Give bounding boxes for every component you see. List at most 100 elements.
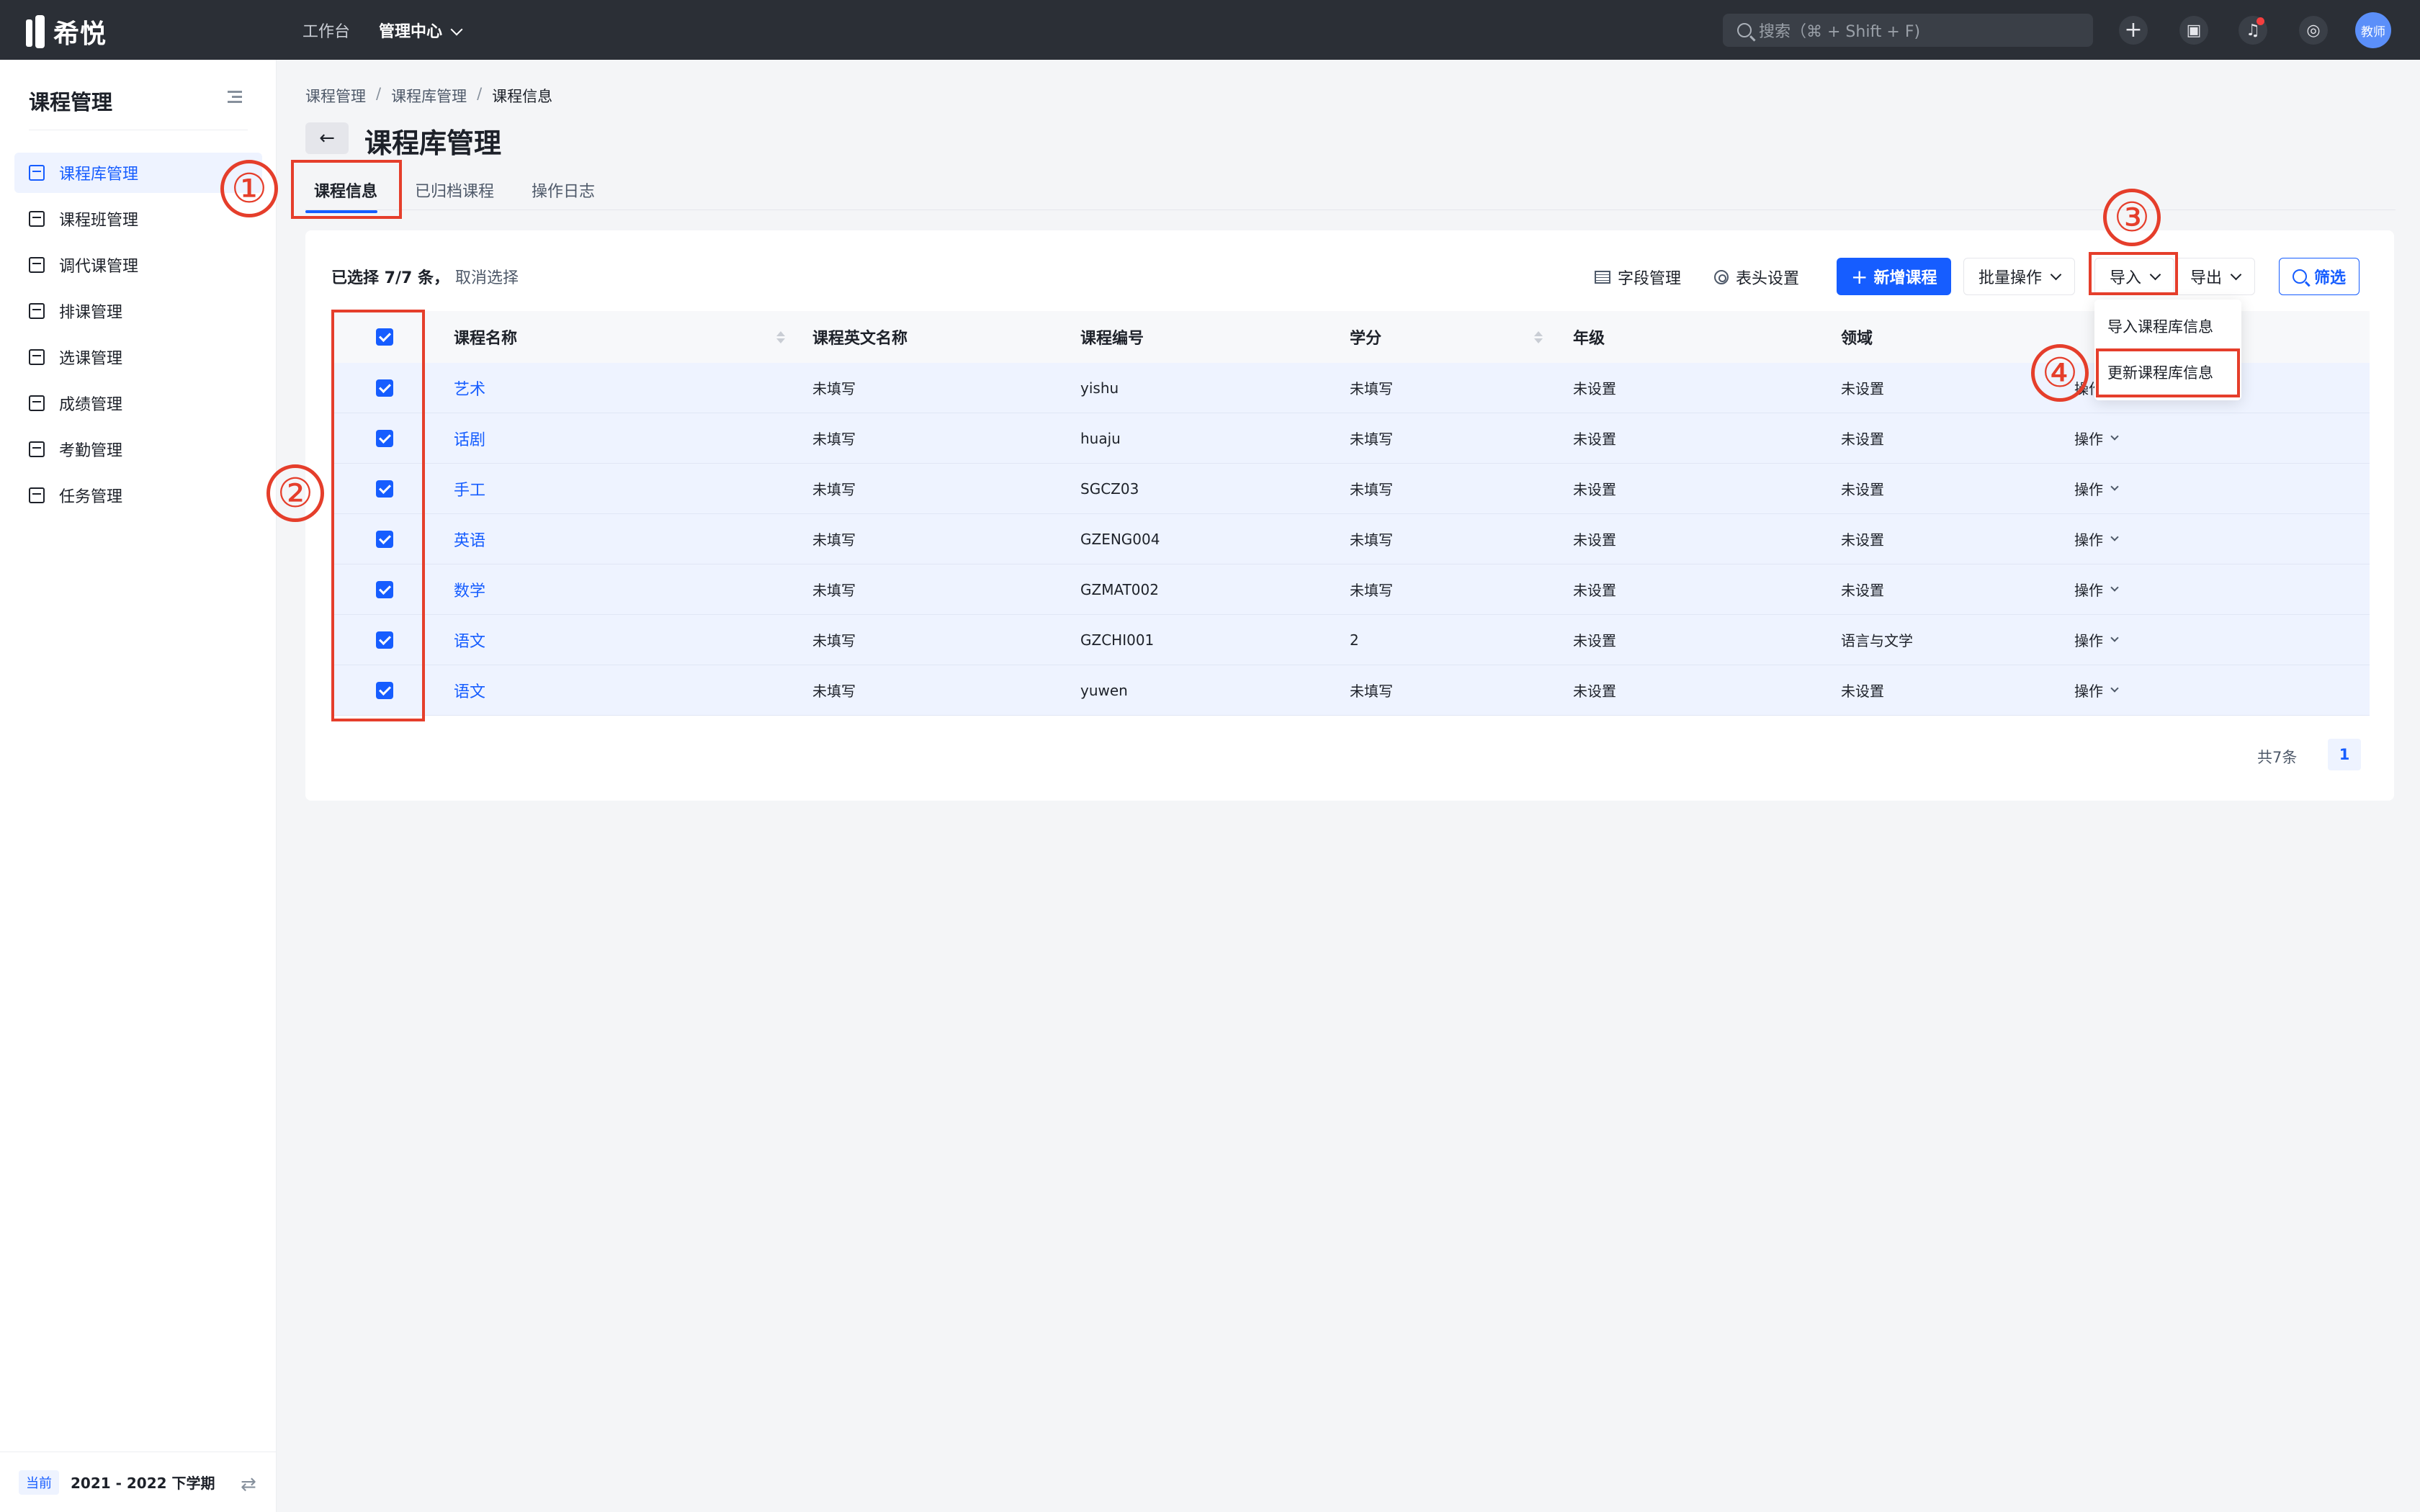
sidebar-item-attendance[interactable]: 考勤管理 [14,429,262,469]
cancel-selection-link[interactable]: 取消选择 [455,269,519,287]
course-credit: 未填写 [1350,582,1393,599]
app-logo[interactable]: 希悦 [26,13,107,50]
avatar[interactable]: 教师 [2355,12,2391,48]
column-header: 年级 [1573,330,1605,348]
annotation-box-tab [291,160,402,219]
batch-operations-dropdown[interactable]: 批量操作 [1963,258,2076,295]
course-domain: 未设置 [1841,481,1884,498]
field-manage-button[interactable]: 字段管理 [1595,259,1681,295]
breadcrumb-item[interactable]: 课程管理 [305,85,366,107]
table-row[interactable]: 语文 未填写 GZCHI001 2 未设置 语言与文学 操作 [331,615,2370,665]
course-grade: 未设置 [1573,582,1616,599]
nav-admin-center[interactable]: 管理中心 [379,19,463,42]
tab-operation-log[interactable]: 操作日志 [532,179,595,202]
course-name-link[interactable]: 话剧 [454,413,485,463]
course-grade: 未设置 [1573,683,1616,700]
term-switcher[interactable]: 当前 2021 - 2022 下学期 ⇄ [0,1452,277,1512]
chevron-down-icon [2110,683,2119,693]
chevron-down-icon [2050,269,2062,280]
annotation-box-checkboxes [331,310,425,721]
search-placeholder: 搜索（⌘ + Shift + F) [1759,23,1921,41]
grades-icon [29,395,45,411]
column-header-label: 课程名称 [454,330,518,348]
filter-button[interactable]: 筛选 [2279,258,2360,295]
task-list-icon [29,487,45,503]
sidebar-item-tasks[interactable]: 任务管理 [14,475,262,516]
table-icon [1595,271,1610,284]
compass-icon: ◎ [2306,21,2321,40]
filter-label: 筛选 [2314,269,2347,287]
sort-icon[interactable] [776,330,785,343]
swap-icon[interactable]: ⇄ [241,1474,256,1495]
course-domain: 未设置 [1841,531,1884,549]
sidebar-item-label: 任务管理 [59,488,123,506]
row-actions-dropdown[interactable]: 操作 [2074,665,2119,715]
course-name-link[interactable]: 数学 [454,564,485,614]
collapse-sidebar-icon[interactable] [228,90,242,103]
sidebar-title: 课程管理 [29,90,113,114]
header-settings-button[interactable]: 表头设置 [1714,259,1799,295]
sidebar-item-label: 课程班管理 [59,212,139,230]
course-name-link[interactable]: 手工 [454,464,485,513]
help-button[interactable]: ◎ [2299,16,2328,45]
course-code: GZCHI001 [1080,631,1155,649]
create-button[interactable]: + [2119,16,2148,45]
nav-workbench[interactable]: 工作台 [302,19,350,42]
plus-icon: + [2124,17,2143,42]
course-name-link[interactable]: 艺术 [454,363,485,413]
row-actions-dropdown[interactable]: 操作 [2074,514,2119,564]
row-actions-dropdown[interactable]: 操作 [2074,413,2119,463]
table-row[interactable]: 语文 未填写 yuwen 未填写 未设置 未设置 操作 [331,665,2370,716]
row-actions-dropdown[interactable]: 操作 [2074,464,2119,513]
messages-button[interactable]: ▣ [2179,16,2208,45]
sort-icon[interactable] [1534,330,1543,343]
course-grade: 未设置 [1573,431,1616,448]
calendar-icon [29,441,45,457]
annotation-number: ④ [2031,344,2089,402]
table-row[interactable]: 话剧 未填写 huaju 未填写 未设置 未设置 操作 [331,413,2370,464]
course-domain: 语言与文学 [1841,632,1913,649]
app-name: 希悦 [53,19,107,49]
back-button[interactable]: ← [305,122,349,154]
gear-icon [1714,270,1729,284]
row-actions-dropdown[interactable]: 操作 [2074,564,2119,614]
pagination-page[interactable]: 1 [2328,739,2361,770]
column-header[interactable]: 学分 [1350,311,1543,363]
row-actions-label: 操作 [2074,481,2103,498]
row-actions-dropdown[interactable]: 操作 [2074,615,2119,665]
column-header: 课程编号 [1080,330,1144,348]
breadcrumb-item[interactable]: 课程库管理 [391,85,467,107]
table-row[interactable]: 手工 未填写 SGCZ03 未填写 未设置 未设置 操作 [331,464,2370,514]
sidebar-item-course-selection[interactable]: 选课管理 [14,337,262,377]
sidebar-item-label: 考勤管理 [59,442,123,460]
sidebar-item-grades[interactable]: 成绩管理 [14,383,262,423]
row-actions-label: 操作 [2074,582,2103,599]
course-table-card: 已选择 7/7 条， 取消选择 字段管理 表头设置 + 新增课程 批量操作 导入 … [305,230,2394,801]
sidebar-item-scheduling[interactable]: 排课管理 [14,291,262,331]
sidebar-item-substitute[interactable]: 调代课管理 [14,245,262,285]
course-english-name: 未填写 [812,632,856,649]
table-row[interactable]: 英语 未填写 GZENG004 未填写 未设置 未设置 操作 [331,514,2370,564]
export-dropdown[interactable]: 导出 [2175,258,2256,295]
selection-count: 已选择 7/7 条， [331,269,449,287]
column-header[interactable]: 课程名称 [454,311,785,363]
breadcrumb-separator: / [477,85,483,102]
notifications-button[interactable]: ♫ [2238,16,2267,45]
tab-archived-courses[interactable]: 已归档课程 [415,179,494,202]
course-code: yishu [1080,379,1119,397]
arrow-left-icon: ← [319,127,335,149]
logo-icon [26,15,46,48]
chevron-down-icon [2110,633,2119,642]
plus-icon: + [1851,264,1868,289]
course-name-link[interactable]: 语文 [454,615,485,665]
add-course-button[interactable]: + 新增课程 [1837,258,1952,295]
chevron-down-icon [2230,269,2242,280]
table-row[interactable]: 数学 未填写 GZMAT002 未填写 未设置 未设置 操作 [331,564,2370,615]
course-english-name: 未填写 [812,380,856,397]
tabs: 课程信息 已归档课程 操作日志 [305,176,2396,213]
menu-item-import-course-library[interactable]: 导入课程库信息 [2107,315,2213,337]
course-name-link[interactable]: 英语 [454,514,485,564]
course-name-link[interactable]: 语文 [454,665,485,715]
search-input[interactable]: 搜索（⌘ + Shift + F) [1723,14,2093,47]
top-bar: 希悦 工作台 管理中心 搜索（⌘ + Shift + F) + ▣ ♫ ◎ 教师 [0,0,2420,60]
